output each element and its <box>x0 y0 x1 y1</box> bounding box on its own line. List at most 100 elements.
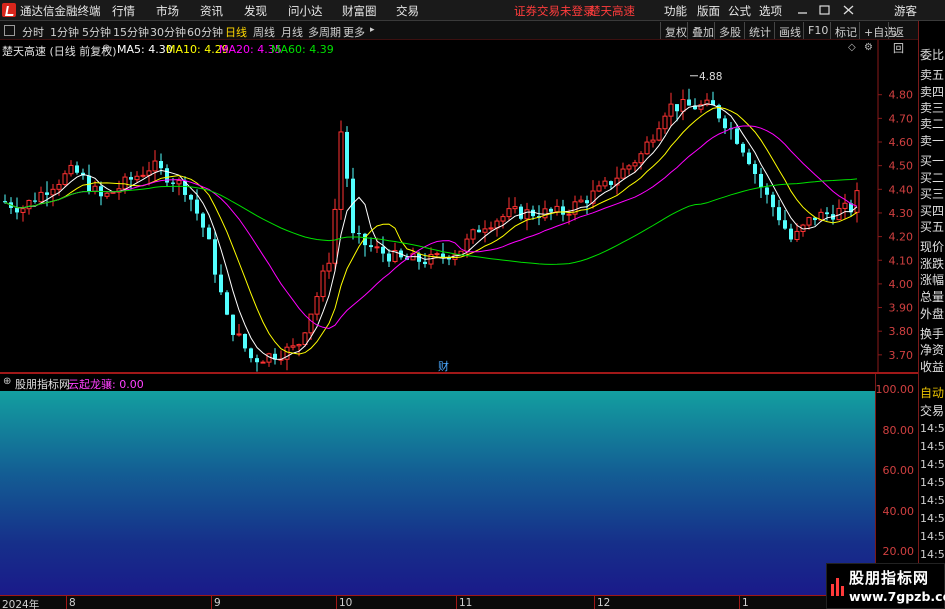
period-tab-weekly[interactable]: 周线 <box>253 24 275 40</box>
menu-item-function[interactable]: 功能 <box>664 3 687 19</box>
candle-down <box>45 192 49 195</box>
date-label: 8 <box>69 597 76 609</box>
tick-time: 14:56 <box>920 512 945 525</box>
period-tab-5min[interactable]: 5分钟 <box>82 24 111 40</box>
minimize-icon[interactable] <box>796 4 809 16</box>
candle-down <box>225 292 229 315</box>
candle-up <box>464 238 470 252</box>
indicator-toggle-icon[interactable]: ⊕ <box>3 376 11 387</box>
app-title: 通达信金融终端 <box>20 4 101 18</box>
kline-chart[interactable]: 4.80 4.70 4.60 4.50 4.40 4.30 4.20 4.10 4.00 3.90… <box>0 40 918 373</box>
price-tick-label: 4.60 <box>889 136 914 149</box>
date-label: 9 <box>214 597 221 609</box>
candle-down <box>735 128 739 144</box>
period-tab-15min[interactable]: 15分钟 <box>113 24 149 40</box>
candle-down <box>549 208 553 212</box>
ma60-label: MA60: 4.39 <box>271 43 334 56</box>
statistics-button[interactable]: 统计 <box>744 22 775 39</box>
candle-down <box>231 314 235 335</box>
candle-up <box>38 191 44 203</box>
menu-item-quotes[interactable]: 行情 <box>112 3 135 19</box>
ma5-label: MA5: 4.30 <box>117 43 173 56</box>
mark-button[interactable]: 标记 <box>830 22 861 39</box>
candle-down <box>771 194 775 208</box>
candle-up <box>314 296 320 315</box>
period-tab-multi[interactable]: 多周期 <box>308 24 341 40</box>
date-label: 12 <box>597 597 611 609</box>
candle-up <box>842 202 848 209</box>
date-axis: 2024年 8 9 10 11 12 1 <box>0 595 918 609</box>
settings-icon[interactable]: ⚙ <box>864 42 873 53</box>
candle-up <box>176 180 182 185</box>
period-tab-monthly[interactable]: 月线 <box>281 24 303 40</box>
candle-up <box>626 165 632 170</box>
price-tick-label: 4.40 <box>889 183 914 196</box>
close-icon[interactable] <box>842 4 855 16</box>
menu-item-options[interactable]: 选项 <box>759 3 782 19</box>
candle-down <box>747 152 751 165</box>
menu-item-discover[interactable]: 发现 <box>244 3 267 19</box>
candle-up <box>338 131 344 210</box>
candle-down <box>531 209 535 217</box>
diamond-icon[interactable]: ◇ <box>848 42 856 53</box>
menu-item-news[interactable]: 资讯 <box>200 3 223 19</box>
f10-button[interactable]: F10 <box>803 22 832 39</box>
candle-up <box>566 213 572 216</box>
date-label: 11 <box>459 597 473 609</box>
ind-tick: 60.00 <box>882 464 915 477</box>
login-status[interactable]: 证券交易未登录 <box>514 3 595 19</box>
label-ask1: 卖一 <box>920 134 945 148</box>
user-guest[interactable]: 游客 <box>894 3 917 19</box>
candle-up <box>554 205 560 213</box>
candle-up <box>482 228 488 233</box>
menu-item-market[interactable]: 市场 <box>156 3 179 19</box>
menu-item-wealth[interactable]: 财富圈 <box>342 3 377 19</box>
candle-up <box>602 180 608 187</box>
drawing-button[interactable]: 画线 <box>774 22 805 39</box>
date-tick <box>336 596 337 609</box>
menu-item-formula[interactable]: 公式 <box>728 3 751 19</box>
panel-toggle-icon[interactable] <box>4 25 15 36</box>
period-tab-more[interactable]: 更多 <box>343 24 365 40</box>
tick-time: 14:56 <box>920 422 945 435</box>
indicator-area[interactable] <box>0 391 875 595</box>
ma-toggle-icon[interactable]: ⊕ <box>102 43 110 54</box>
period-tab-60min[interactable]: 60分钟 <box>187 24 223 40</box>
candle-down <box>687 99 691 106</box>
candle-up <box>296 344 302 347</box>
chart-title: 楚天高速 (日线 前复权) <box>2 45 117 58</box>
ind-tick: 100.00 <box>875 383 915 396</box>
multi-stock-button[interactable]: 多股 <box>714 22 745 39</box>
candle-down <box>213 239 217 275</box>
menu-item-layout[interactable]: 版面 <box>697 3 720 19</box>
label-ask2: 卖二 <box>920 117 945 131</box>
auto-toggle[interactable]: 自动 <box>920 384 944 401</box>
date-label: 2024年 <box>2 599 40 609</box>
period-tab-30min[interactable]: 30分钟 <box>150 24 186 40</box>
price-tick-label: 4.80 <box>889 89 914 102</box>
menu-item-trade[interactable]: 交易 <box>396 3 419 19</box>
candle-down <box>159 161 163 169</box>
trade-link[interactable]: 交易 <box>920 402 944 419</box>
candle-up <box>854 190 860 213</box>
ind-tick: 80.00 <box>882 424 915 437</box>
more-chevron-icon[interactable]: ▸ <box>370 25 375 35</box>
label-change: 涨跌 <box>920 257 945 271</box>
candle-up <box>434 253 440 256</box>
back-button[interactable]: 返回 <box>888 22 918 55</box>
period-tab-timeshare[interactable]: 分时 <box>22 24 44 40</box>
candle-up <box>26 199 32 210</box>
candle-up <box>140 174 146 177</box>
menu-item-ask[interactable]: 问小达 <box>288 3 323 19</box>
period-tab-1min[interactable]: 1分钟 <box>50 24 79 40</box>
label-eps: 收益 <box>920 360 945 374</box>
restore-icon[interactable] <box>818 4 831 16</box>
tick-time: 14:56 <box>920 476 945 489</box>
candle-down <box>249 348 253 359</box>
indicator-name[interactable]: 股朋指标网 <box>15 376 70 392</box>
label-change-pct: 涨幅 <box>920 273 945 287</box>
candle-up <box>50 188 56 196</box>
candle-down <box>189 194 193 200</box>
candle-up <box>290 345 296 348</box>
period-tab-daily[interactable]: 日线 <box>225 24 247 40</box>
